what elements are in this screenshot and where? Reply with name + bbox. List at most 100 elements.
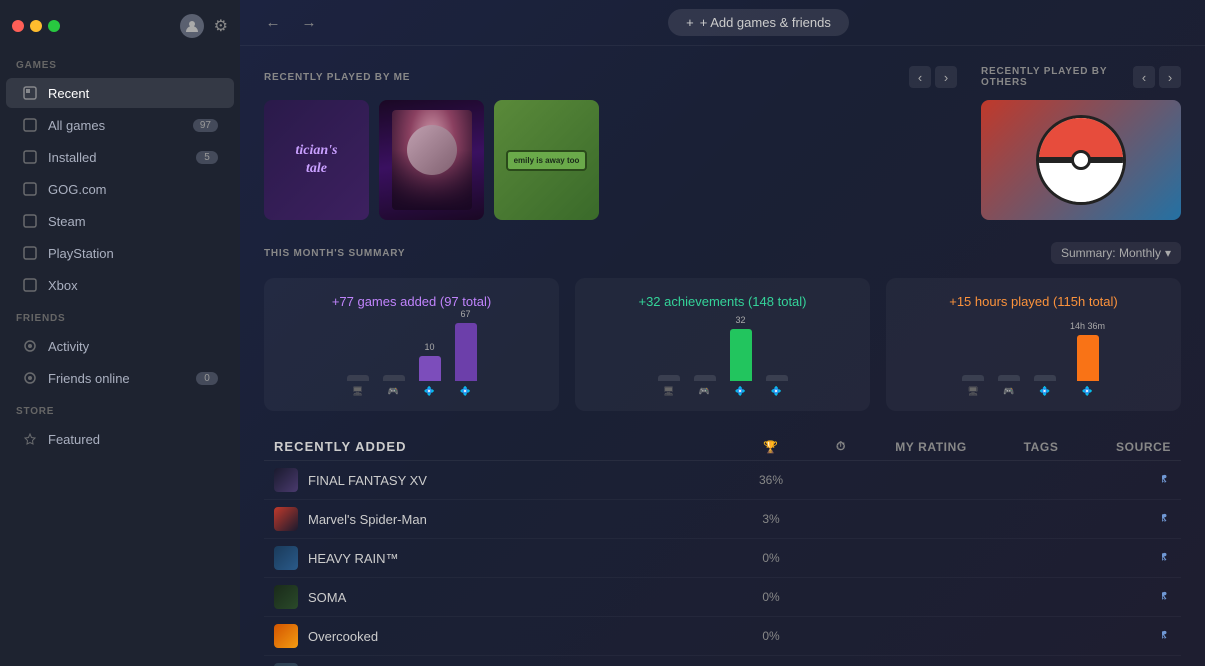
bar-group-steam-small: 10 💠	[419, 342, 441, 397]
recently-played-others-next-button[interactable]: ›	[1159, 66, 1181, 88]
sidebar-item-friends-online-label: Friends online	[48, 371, 130, 386]
table-row[interactable]: SOMA 0%	[264, 578, 1181, 617]
summary-card-achievements: +32 achievements (148 total) 🖥 🎮 32	[575, 278, 870, 411]
sidebar-item-activity[interactable]: Activity	[6, 331, 234, 361]
sidebar-item-steam-label: Steam	[48, 214, 86, 229]
traffic-lights	[12, 20, 60, 32]
recently-played-me-nav: ‹ ›	[909, 66, 957, 88]
table-row[interactable]: FINAL FANTASY XV 36%	[264, 461, 1181, 500]
settings-icon[interactable]: ⚙	[214, 16, 228, 36]
game-label-overcooked: Overcooked	[308, 629, 378, 644]
hours-bar-group-ps: 🎮	[998, 375, 1020, 397]
hours-bar-ps	[998, 375, 1020, 381]
close-button[interactable]	[12, 20, 24, 32]
recently-played-others-header: RECENTLY PLAYED BY OTHERS ‹ ›	[981, 66, 1181, 88]
hours-bar-main-value: 14h 36m	[1070, 321, 1105, 331]
pokeball-art	[1036, 115, 1126, 205]
ps-large-bar-icon: 💠	[460, 386, 471, 397]
game-label-heavyrain: HEAVY RAIN™	[308, 551, 399, 566]
sidebar-item-steam[interactable]: Steam	[6, 206, 234, 236]
sidebar-item-playstation-label: PlayStation	[48, 246, 114, 261]
friends-section-label: FRIENDS	[0, 301, 240, 330]
recently-played-others-prev-button[interactable]: ‹	[1133, 66, 1155, 88]
store-section-label: STORE	[0, 394, 240, 423]
hours-bar-group-gog: 🖥	[962, 375, 984, 397]
recently-played-others-nav: ‹ ›	[1133, 66, 1181, 88]
game-name-overcooked: Overcooked	[274, 624, 731, 648]
recently-played-others-section: RECENTLY PLAYED BY OTHERS ‹ ›	[981, 66, 1181, 220]
bar-steam-value: 10	[424, 342, 434, 352]
content-area: RECENTLY PLAYED BY ME ‹ › tician'stale	[240, 46, 1205, 666]
bar-ps-value: 67	[460, 309, 470, 319]
game-cover-game2[interactable]	[379, 100, 484, 220]
summary-section: THIS MONTH'S SUMMARY Summary: Monthly ▾ …	[264, 242, 1181, 411]
emily-art: emily is away too	[494, 100, 599, 220]
add-games-friends-button[interactable]: + + Add games & friends	[668, 9, 849, 36]
ps1-bar-icon: 🎮	[388, 386, 399, 397]
ach-bar-main-value: 32	[735, 315, 745, 325]
all-games-badge: 97	[193, 119, 218, 132]
summary-dropdown-button[interactable]: Summary: Monthly ▾	[1051, 242, 1181, 264]
steam-icon	[22, 213, 38, 229]
nav-forward-button[interactable]: →	[296, 10, 322, 36]
source-ffxv	[1091, 472, 1171, 489]
minimize-button[interactable]	[30, 20, 42, 32]
achievement-spiderman: 3%	[731, 512, 811, 526]
game-name-ffxv: FINAL FANTASY XV	[274, 468, 731, 492]
recently-played-prev-button[interactable]: ‹	[909, 66, 931, 88]
ach-bar-group-ps: 🎮	[694, 375, 716, 397]
hours-gog-bar-icon: 🖥	[967, 386, 978, 397]
sidebar-item-recent[interactable]: Recent	[6, 78, 234, 108]
ach-bar-main	[730, 329, 752, 381]
ach-ps-bar-icon: 🎮	[699, 386, 710, 397]
sidebar-item-friends-online[interactable]: Friends online 0	[6, 363, 234, 393]
table-row[interactable]: Marvel's Spider-Man 3%	[264, 500, 1181, 539]
game-thumb-ffxv	[274, 468, 298, 492]
installed-badge: 5	[196, 151, 218, 164]
topbar: ← → + + Add games & friends	[240, 0, 1205, 46]
dropdown-chevron-icon: ▾	[1165, 246, 1171, 260]
avatar[interactable]	[180, 14, 204, 38]
sidebar-item-playstation[interactable]: PlayStation	[6, 238, 234, 268]
recently-played-others-title: RECENTLY PLAYED BY OTHERS	[981, 66, 1133, 88]
achievement-soma: 0%	[731, 590, 811, 604]
table-row[interactable]: HEAVY RAIN™ 0%	[264, 539, 1181, 578]
sidebar-item-xbox-label: Xbox	[48, 278, 78, 293]
recently-played-row: RECENTLY PLAYED BY ME ‹ › tician'stale	[264, 66, 1181, 220]
rating-col-header: My rating	[871, 440, 991, 454]
maximize-button[interactable]	[48, 20, 60, 32]
sidebar-item-xbox[interactable]: Xbox	[6, 270, 234, 300]
sidebar-item-featured[interactable]: Featured	[6, 424, 234, 454]
recently-played-next-button[interactable]: ›	[935, 66, 957, 88]
source-spiderman	[1091, 511, 1171, 528]
table-row[interactable]: Overcooked 0%	[264, 617, 1181, 656]
sidebar-item-gog[interactable]: GOG.com	[6, 174, 234, 204]
game-thumb-soma	[274, 585, 298, 609]
recently-added-section: RECENTLY ADDED 🏆 ⏱ My rating Tags Source…	[264, 433, 1181, 666]
add-btn-label: + Add games & friends	[700, 15, 831, 30]
table-row[interactable]: What Remains of Edith Finch 0%	[264, 656, 1181, 666]
sidebar-item-activity-label: Activity	[48, 339, 89, 354]
game-cover-emily[interactable]: emily is away too	[494, 100, 599, 220]
gog-bar-icon: 🖥	[352, 386, 363, 397]
summary-dropdown-label: Summary: Monthly	[1061, 246, 1161, 260]
tags-col-header: Tags	[991, 440, 1091, 454]
sidebar-item-recent-label: Recent	[48, 86, 89, 101]
achievement-ffxv: 36%	[731, 473, 811, 487]
ps-icon-ffxv	[1157, 473, 1171, 489]
xbox-icon	[22, 277, 38, 293]
recently-played-me-section: RECENTLY PLAYED BY ME ‹ › tician'stale	[264, 66, 957, 220]
game-thumb-spiderman	[274, 507, 298, 531]
sidebar-item-installed[interactable]: Installed 5	[6, 142, 234, 172]
sidebar-item-all-games[interactable]: All games 97	[6, 110, 234, 140]
game-name-heavyrain: HEAVY RAIN™	[274, 546, 731, 570]
bar-group-gog: 🖥	[347, 375, 369, 397]
source-col-header: Source	[1091, 440, 1171, 454]
nav-back-button[interactable]: ←	[260, 10, 286, 36]
game-cover-ticians-tale[interactable]: tician'stale	[264, 100, 369, 220]
recently-added-title: RECENTLY ADDED	[274, 439, 731, 454]
hours-bar-empty	[1034, 375, 1056, 381]
game-cover-pokemon[interactable]	[981, 100, 1181, 220]
add-btn-plus-icon: +	[686, 15, 694, 30]
ach-bar-group-empty: 💠	[766, 375, 788, 397]
